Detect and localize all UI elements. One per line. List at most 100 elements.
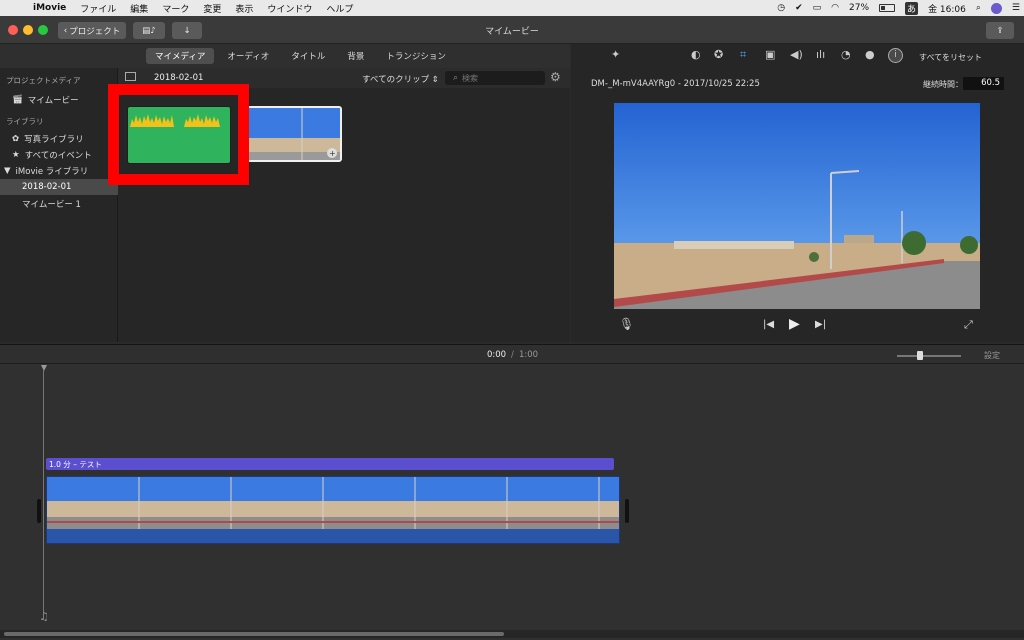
import-button[interactable]: ↓ — [172, 22, 202, 39]
video-thumbnail-image: + — [246, 108, 340, 160]
tab-my-media[interactable]: マイメディア — [146, 48, 215, 64]
disclosure-triangle-icon[interactable]: ▼ — [4, 166, 11, 176]
viewer-panel: ✦ ◐ ✪ ⌗ ▣ ◀) ılı ◔ ● i すべてをリセット DM-_M-mV… — [571, 44, 1024, 342]
sidebar-item-photos-label: 写真ライブラリ — [24, 135, 84, 145]
duration-field[interactable]: 60.5 — [963, 77, 1004, 90]
microphone-icon[interactable]: 🎙︎ — [619, 317, 634, 331]
timeline-settings-button[interactable]: 設定 — [984, 350, 1000, 361]
audio-clip-thumbnail[interactable] — [127, 106, 231, 164]
back-to-projects-button[interactable]: ‹ プロジェクト — [58, 22, 126, 39]
sidebar-item-event-2018-02-01[interactable]: 2018-02-01 — [0, 179, 118, 195]
tab-titles[interactable]: タイトル — [282, 48, 334, 64]
sidebar-item-photos[interactable]: ✿ 写真ライブラリ — [0, 131, 118, 147]
section-libraries: ライブラリ — [6, 117, 44, 126]
sidebar-item-imovie-library-label: iMovie ライブラリ — [15, 167, 89, 177]
menu-app-name[interactable]: iMovie — [26, 3, 73, 13]
menu-view[interactable]: 表示 — [228, 2, 260, 15]
horizontal-scrollbar[interactable] — [0, 630, 1024, 638]
color-palette-icon[interactable]: ✪ — [714, 48, 723, 61]
equalizer-icon[interactable]: ılı — [816, 48, 825, 61]
zoom-slider-knob[interactable] — [917, 351, 923, 360]
checkmark-circle-icon[interactable]: ✔ — [795, 3, 803, 13]
notification-center-icon[interactable]: ☰ — [1012, 3, 1020, 13]
input-method[interactable]: あ — [905, 1, 919, 15]
window-toolbar: ‹ プロジェクト ▤♪ ↓ マイムービー ⇪ — [0, 16, 1024, 44]
download-arrow-icon: ↓ — [183, 25, 191, 36]
magic-wand-icon[interactable]: ✦ — [611, 48, 620, 61]
clip-trim-right-handle[interactable] — [625, 499, 629, 523]
gear-icon[interactable]: ⚙ — [550, 70, 561, 84]
menu-file[interactable]: ファイル — [73, 2, 123, 15]
time-separator: / — [511, 350, 514, 360]
skip-back-icon[interactable]: |◀ — [763, 319, 774, 330]
wifi-icon[interactable]: ◠ — [831, 3, 839, 13]
battery-percent[interactable]: 27% — [849, 3, 869, 13]
star-icon: ★ — [12, 150, 20, 160]
current-time: 0:00 — [487, 350, 507, 360]
zoom-window-button[interactable] — [38, 25, 48, 35]
timeline[interactable]: 1.0 分 – テスト ♫ — [0, 364, 1024, 640]
reset-all-button[interactable]: すべてをリセット — [919, 52, 982, 63]
zoom-slider[interactable] — [897, 351, 961, 360]
chevron-left-icon: ‹ — [63, 25, 68, 36]
user-avatar-icon[interactable] — [990, 2, 1002, 14]
clock-check-icon[interactable]: ◷ — [777, 3, 785, 13]
menu-help[interactable]: ヘルプ — [319, 2, 360, 15]
media-import-button[interactable]: ▤♪ — [133, 22, 165, 39]
menu-edit[interactable]: 編集 — [123, 2, 155, 15]
clip-trim-left-handle[interactable] — [37, 499, 41, 523]
video-preview[interactable] — [614, 103, 980, 309]
battery-icon[interactable] — [879, 4, 896, 12]
spotlight-icon[interactable]: ⌕ — [976, 3, 981, 13]
sidebar-item-movie-1[interactable]: マイムービー 1 — [0, 196, 118, 212]
updown-chevron-icon: ⇕ — [431, 75, 439, 85]
sidebar-item-project[interactable]: 🎬︎ マイムービー — [0, 92, 118, 108]
minimize-window-button[interactable] — [23, 25, 33, 35]
video-track-clip[interactable] — [46, 476, 620, 544]
info-icon[interactable]: i — [888, 48, 903, 63]
airplay-icon[interactable]: ▭ — [813, 3, 822, 13]
close-window-button[interactable] — [8, 25, 18, 35]
sidebar-item-event-label: 2018-02-01 — [22, 182, 72, 192]
sidebar-item-imovie-library[interactable]: ▼ iMovie ライブラリ — [0, 163, 118, 179]
audio-waveform — [130, 114, 220, 127]
sidebar-toggle-icon[interactable] — [125, 72, 136, 81]
library-sidebar: プロジェクトメディア 🎬︎ マイムービー ライブラリ ✿ 写真ライブラリ ★ す… — [0, 68, 118, 342]
horizontal-scrollbar-thumb[interactable] — [4, 632, 504, 636]
volume-icon[interactable]: ◀) — [790, 48, 803, 61]
add-clip-icon[interactable] — [328, 146, 340, 158]
status-area: ◷ ✔ ▭ ◠ 27% あ 金 16:06 ⌕ ☰ — [777, 0, 1020, 16]
menu-mark[interactable]: マーク — [155, 2, 196, 15]
search-input[interactable]: ⌕ 検索 — [445, 71, 545, 85]
back-to-projects-label: プロジェクト — [69, 26, 121, 37]
tab-transitions[interactable]: トランジション — [377, 48, 455, 64]
video-filmstrip — [47, 477, 619, 529]
search-icon: ⌕ — [453, 73, 459, 83]
sidebar-item-all-events[interactable]: ★ すべてのイベント — [0, 147, 118, 163]
tab-backgrounds[interactable]: 背景 — [338, 48, 373, 64]
clip-filter-select[interactable]: すべてのクリップ ⇕ — [362, 73, 439, 85]
sidebar-item-all-events-label: すべてのイベント — [24, 151, 92, 161]
title-clip-label: 1.0 分 – テスト — [49, 460, 102, 469]
sidebar-item-movie-1-label: マイムービー 1 — [22, 200, 81, 210]
playhead-marker[interactable] — [41, 365, 47, 371]
crop-icon[interactable]: ⌗ — [740, 48, 746, 62]
photos-flower-icon: ✿ — [12, 134, 20, 144]
menu-clock[interactable]: 金 16:06 — [928, 2, 966, 15]
tab-audio[interactable]: オーディオ — [218, 48, 278, 64]
share-button[interactable]: ⇪ — [986, 22, 1014, 39]
clip-filter-icon[interactable]: ● — [865, 48, 875, 61]
title-clip-bar[interactable]: 1.0 分 – テスト — [46, 458, 614, 470]
film-music-icon: ▤♪ — [142, 25, 156, 36]
menu-window[interactable]: ウインドウ — [260, 2, 319, 15]
menu-modify[interactable]: 変更 — [196, 2, 228, 15]
stabilization-camera-icon[interactable]: ▣ — [765, 48, 775, 61]
playhead-line — [43, 370, 44, 620]
fullscreen-icon[interactable]: ⤢ — [964, 318, 973, 332]
speed-gauge-icon[interactable]: ◔ — [841, 48, 851, 61]
skip-forward-icon[interactable]: ▶| — [815, 319, 826, 330]
color-balance-icon[interactable]: ◐ — [691, 48, 701, 61]
window-title: マイムービー — [485, 27, 539, 37]
play-icon[interactable]: ▶ — [789, 316, 800, 332]
imovie-window: iMovie ファイル 編集 マーク 変更 表示 ウインドウ ヘルプ ◷ ✔ ▭… — [0, 0, 1024, 640]
